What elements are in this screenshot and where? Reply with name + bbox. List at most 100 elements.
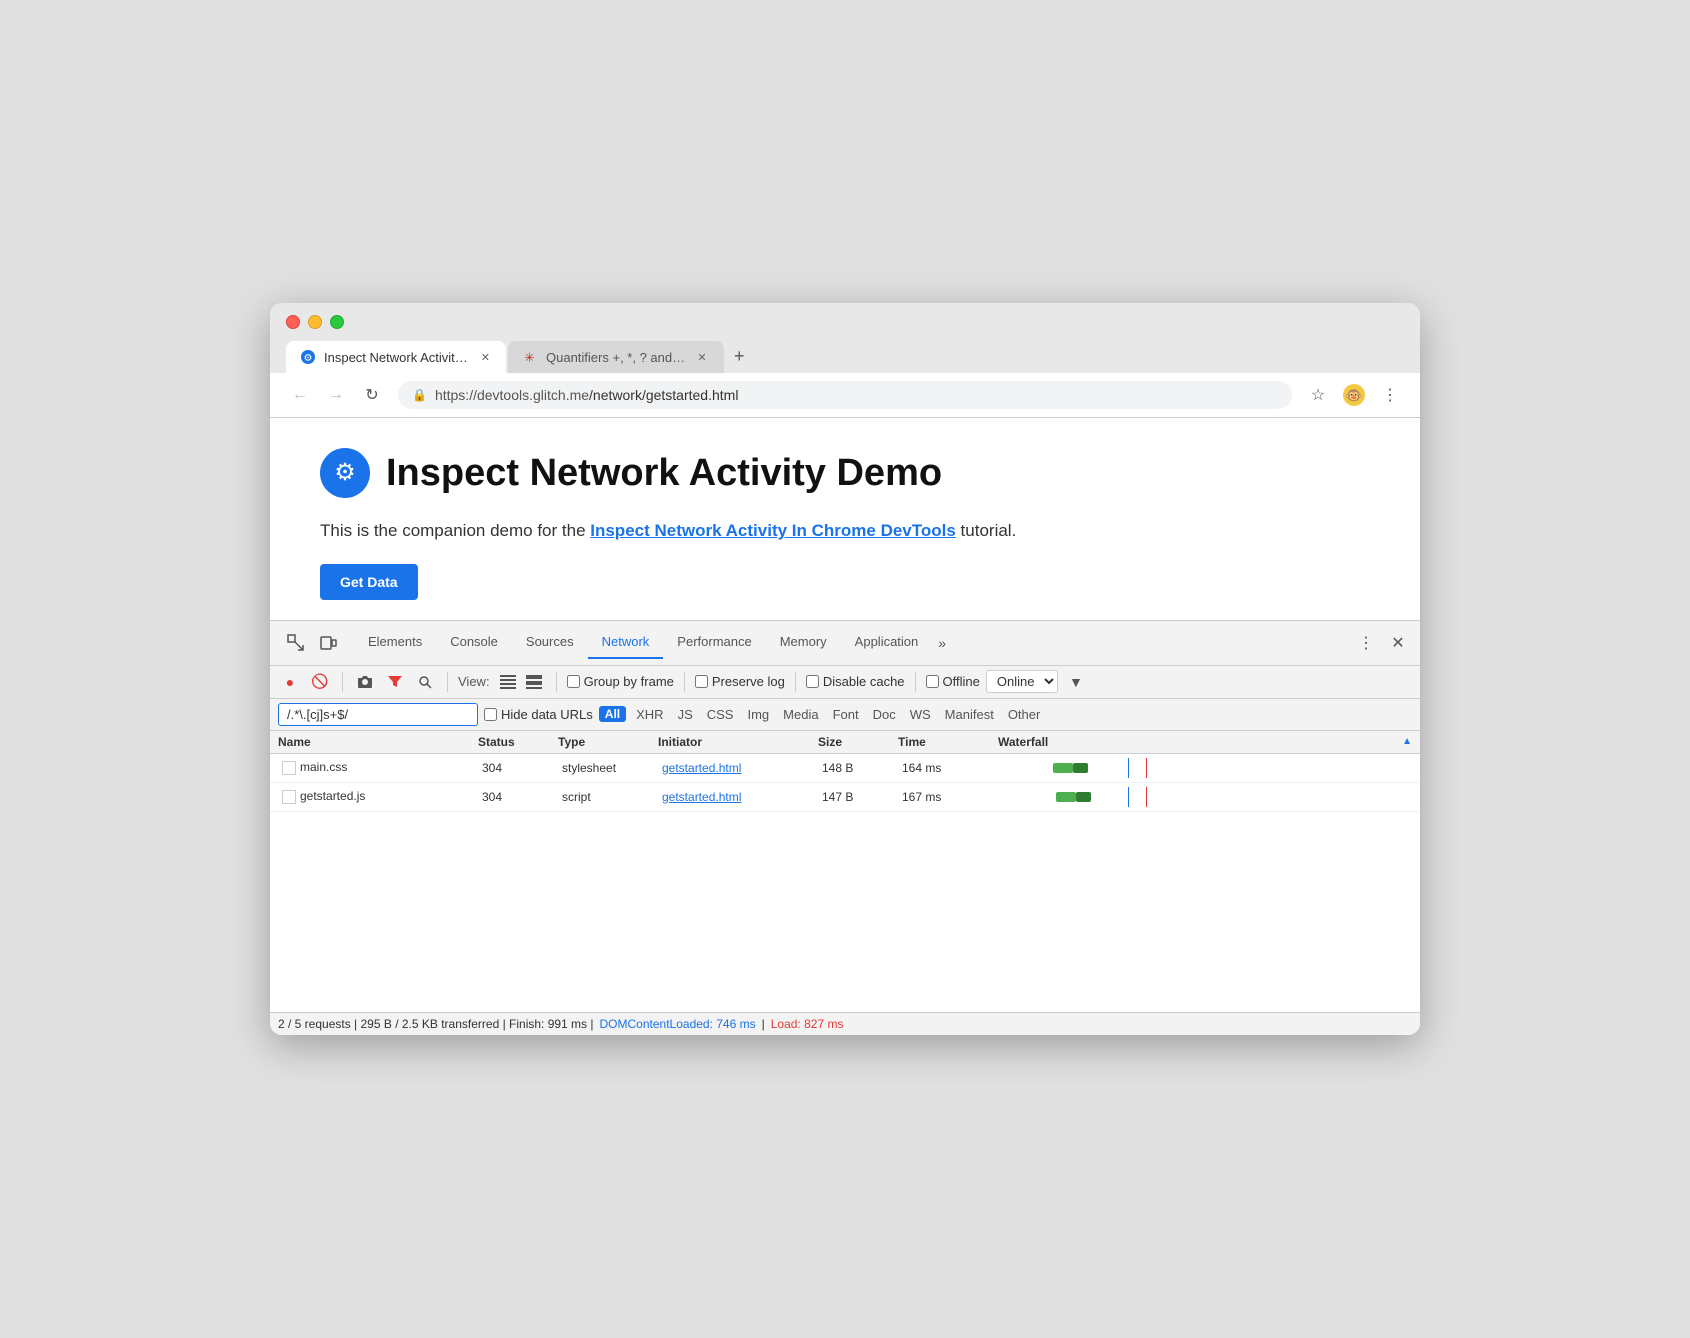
inspect-element-button[interactable] xyxy=(282,629,310,657)
col-name[interactable]: Name xyxy=(278,735,478,749)
col-size[interactable]: Size xyxy=(818,735,898,749)
disable-cache-label[interactable]: Disable cache xyxy=(806,674,905,689)
view-buttons xyxy=(496,670,546,694)
tab-close-2[interactable]: ✕ xyxy=(694,349,710,365)
list-view-button[interactable] xyxy=(496,670,520,694)
toolbar-divider-4 xyxy=(684,672,685,692)
tab-network[interactable]: Network xyxy=(588,626,664,659)
hide-data-urls-label[interactable]: Hide data URLs xyxy=(484,707,593,722)
filter-icon-button[interactable] xyxy=(383,670,407,694)
waterfall-bar-recv-2 xyxy=(1076,792,1091,802)
clear-button[interactable]: 🚫 xyxy=(308,670,332,694)
disable-cache-checkbox[interactable] xyxy=(806,675,819,688)
toolbar-divider-5 xyxy=(795,672,796,692)
col-time[interactable]: Time xyxy=(898,735,998,749)
tab-elements[interactable]: Elements xyxy=(354,626,436,659)
table-header: Name Status Type Initiator Size Time Wat… xyxy=(270,731,1420,754)
tab-close-1[interactable]: ✕ xyxy=(479,349,492,365)
throttle-select[interactable]: Online xyxy=(986,670,1058,693)
filter-type-font[interactable]: Font xyxy=(829,706,863,723)
view-label: View: xyxy=(458,674,490,689)
bookmark-button[interactable]: ☆ xyxy=(1304,381,1332,409)
hide-data-urls-text: Hide data URLs xyxy=(501,707,593,722)
group-by-frame-checkbox[interactable] xyxy=(567,675,580,688)
page-description: This is the companion demo for the Inspe… xyxy=(320,518,1370,544)
maximize-button[interactable] xyxy=(330,315,344,329)
tab-inspect-network[interactable]: ⚙ Inspect Network Activity Demo ✕ xyxy=(286,341,506,373)
tab-application[interactable]: Application xyxy=(841,626,933,659)
cell-initiator-2: getstarted.html xyxy=(658,788,818,806)
tab-memory[interactable]: Memory xyxy=(766,626,841,659)
title-bar: ⚙ Inspect Network Activity Demo ✕ ✳ Quan… xyxy=(270,303,1420,373)
devtools-menu-button[interactable]: ⋮ xyxy=(1352,629,1380,657)
group-by-frame-label[interactable]: Group by frame xyxy=(567,674,674,689)
filter-type-css[interactable]: CSS xyxy=(703,706,738,723)
new-tab-button[interactable]: + xyxy=(726,339,753,373)
initiator-link-2[interactable]: getstarted.html xyxy=(662,790,741,804)
page-title: Inspect Network Activity Demo xyxy=(386,452,942,495)
filter-type-all[interactable]: All xyxy=(599,706,626,722)
table-row[interactable]: getstarted.js 304 script getstarted.html… xyxy=(270,783,1420,812)
reload-button[interactable]: ↻ xyxy=(358,381,386,409)
col-status[interactable]: Status xyxy=(478,735,558,749)
tab-icon-devtools: ⚙ xyxy=(300,349,316,365)
filter-input[interactable] xyxy=(278,703,478,726)
tab-console[interactable]: Console xyxy=(436,626,512,659)
dom-content-loaded-link[interactable]: DOMContentLoaded: 746 ms xyxy=(600,1017,756,1031)
file-icon-1 xyxy=(282,761,296,775)
devtools-close-button[interactable]: ✕ xyxy=(1384,629,1412,657)
search-button[interactable] xyxy=(413,670,437,694)
close-button[interactable] xyxy=(286,315,300,329)
waterfall-line-red-2 xyxy=(1146,787,1147,807)
offline-label-group[interactable]: Offline xyxy=(926,674,980,689)
network-table: Name Status Type Initiator Size Time Wat… xyxy=(270,731,1420,1012)
cell-status-1: 304 xyxy=(478,759,558,777)
load-link[interactable]: Load: 827 ms xyxy=(771,1017,844,1031)
preserve-log-label[interactable]: Preserve log xyxy=(695,674,785,689)
table-body: main.css 304 stylesheet getstarted.html … xyxy=(270,754,1420,1012)
large-rows-button[interactable] xyxy=(522,670,546,694)
menu-button[interactable]: ⋮ xyxy=(1376,381,1404,409)
cell-name-1: main.css xyxy=(278,758,478,777)
tab-quantifiers[interactable]: ✳ Quantifiers +, *, ? and {n} ✕ xyxy=(508,341,724,373)
filter-type-img[interactable]: Img xyxy=(743,706,773,723)
status-separator: | xyxy=(762,1017,765,1031)
forward-button[interactable]: → xyxy=(322,381,350,409)
page-logo: ⚙ xyxy=(320,448,370,498)
cell-time-2: 167 ms xyxy=(898,788,998,806)
camera-button[interactable] xyxy=(353,670,377,694)
filter-type-other[interactable]: Other xyxy=(1004,706,1045,723)
devtools-link[interactable]: Inspect Network Activity In Chrome DevTo… xyxy=(590,521,956,540)
tab-performance[interactable]: Performance xyxy=(663,626,765,659)
filter-bar: Hide data URLs All XHR JS CSS Img Media … xyxy=(270,699,1420,731)
table-row[interactable]: main.css 304 stylesheet getstarted.html … xyxy=(270,754,1420,783)
preserve-log-checkbox[interactable] xyxy=(695,675,708,688)
back-button[interactable]: ← xyxy=(286,381,314,409)
cell-initiator-1: getstarted.html xyxy=(658,759,818,777)
tab-icon-regex: ✳ xyxy=(522,349,538,365)
avatar-button[interactable]: 🐵 xyxy=(1340,381,1368,409)
offline-checkbox[interactable] xyxy=(926,675,939,688)
col-initiator[interactable]: Initiator xyxy=(658,735,818,749)
col-type[interactable]: Type xyxy=(558,735,658,749)
cell-waterfall-2 xyxy=(998,787,1412,807)
record-button[interactable]: ● xyxy=(278,670,302,694)
filter-type-ws[interactable]: WS xyxy=(906,706,935,723)
filter-type-js[interactable]: JS xyxy=(674,706,697,723)
get-data-button[interactable]: Get Data xyxy=(320,564,418,600)
initiator-link-1[interactable]: getstarted.html xyxy=(662,761,741,775)
throttle-dropdown-icon[interactable]: ▼ xyxy=(1064,670,1088,694)
filter-type-doc[interactable]: Doc xyxy=(869,706,900,723)
minimize-button[interactable] xyxy=(308,315,322,329)
more-tabs-button[interactable]: » xyxy=(932,627,952,659)
filter-type-manifest[interactable]: Manifest xyxy=(941,706,998,723)
hide-data-urls-checkbox[interactable] xyxy=(484,708,497,721)
tab-sources[interactable]: Sources xyxy=(512,626,588,659)
filter-type-media[interactable]: Media xyxy=(779,706,822,723)
svg-text:⚙: ⚙ xyxy=(334,459,356,486)
svg-text:⚙: ⚙ xyxy=(304,353,313,364)
filter-type-xhr[interactable]: XHR xyxy=(632,706,667,723)
col-waterfall[interactable]: Waterfall xyxy=(998,735,1412,749)
device-toolbar-button[interactable] xyxy=(314,629,342,657)
url-bar[interactable]: 🔒 https://devtools.glitch.me/network/get… xyxy=(398,381,1292,409)
